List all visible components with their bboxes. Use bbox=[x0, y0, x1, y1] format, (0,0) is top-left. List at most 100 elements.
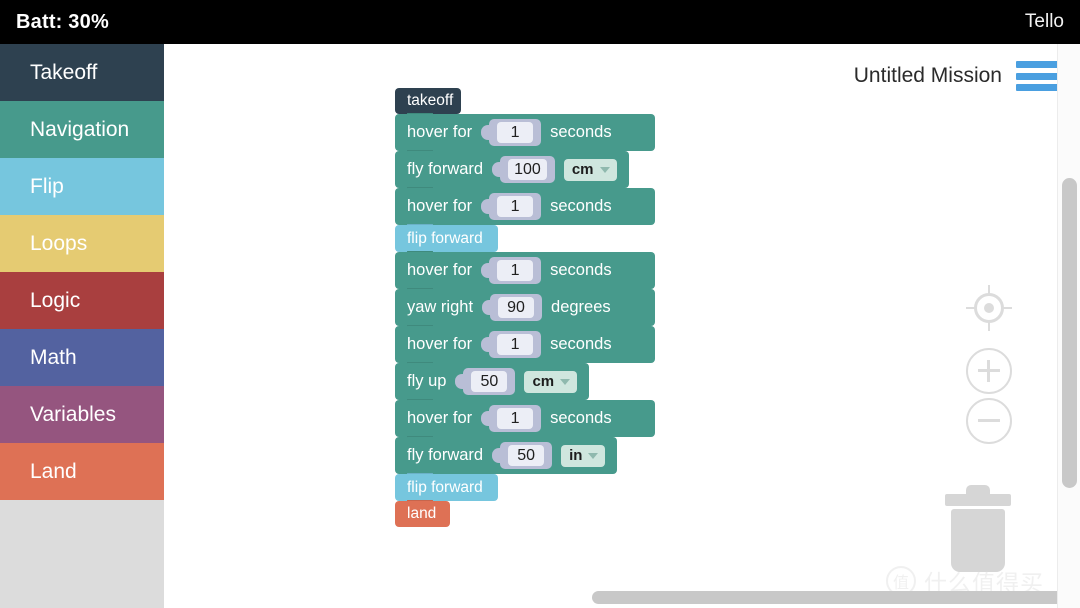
block-value-input[interactable]: 90 bbox=[498, 297, 535, 318]
block-suffix-label: seconds bbox=[550, 335, 612, 353]
chevron-down-icon bbox=[599, 166, 610, 173]
block-value-slot[interactable]: 100 bbox=[492, 156, 555, 183]
target-tick-west bbox=[966, 307, 976, 309]
block-unit-dropdown[interactable]: cm bbox=[563, 158, 617, 181]
sidebar-item-flip[interactable]: Flip bbox=[0, 158, 164, 215]
block-hover-for[interactable]: hover for 1 seconds bbox=[395, 325, 655, 363]
block-label: takeoff bbox=[407, 92, 454, 109]
block-value-slot[interactable]: 1 bbox=[481, 405, 542, 432]
block-label: fly up bbox=[407, 372, 447, 390]
zoom-in-button[interactable] bbox=[966, 348, 1012, 394]
sidebar-item-label: Flip bbox=[30, 174, 64, 198]
block-label: hover for bbox=[407, 409, 473, 427]
trash-can-icon[interactable] bbox=[945, 481, 1011, 576]
sidebar-item-math[interactable]: Math bbox=[0, 329, 164, 386]
sidebar-item-label: Variables bbox=[30, 402, 116, 426]
block-hover-for[interactable]: hover for 1 seconds bbox=[395, 251, 655, 289]
block-label: hover for bbox=[407, 123, 473, 141]
chevron-down-icon bbox=[560, 378, 571, 385]
block-land[interactable]: land bbox=[395, 500, 450, 527]
tello-block-editor-app: Batt: 30% Tello Takeoff Navigation Flip Loo… bbox=[0, 0, 1080, 608]
sidebar-item-label: Math bbox=[30, 345, 77, 369]
vertical-scrollbar-track[interactable] bbox=[1057, 44, 1080, 608]
block-suffix-label: seconds bbox=[550, 123, 612, 141]
block-fly-forward[interactable]: fly forward 100 cm bbox=[395, 150, 629, 188]
block-value-input[interactable]: 1 bbox=[497, 334, 534, 355]
block-yaw-right[interactable]: yaw right 90 degrees bbox=[395, 288, 655, 326]
plus-icon-vertical bbox=[987, 360, 990, 382]
block-suffix-label: seconds bbox=[550, 409, 612, 427]
target-tick-south bbox=[988, 321, 990, 331]
sidebar-item-label: Land bbox=[30, 459, 77, 483]
status-bar: Batt: 30% Tello bbox=[0, 0, 1080, 44]
block-unit-label: cm bbox=[571, 161, 594, 178]
block-value-slot[interactable]: 50 bbox=[455, 368, 516, 395]
block-value-slot[interactable]: 50 bbox=[492, 442, 553, 469]
zoom-out-button[interactable] bbox=[966, 398, 1012, 444]
sidebar-item-label: Loops bbox=[30, 231, 88, 255]
block-fly-forward[interactable]: fly forward 50 in bbox=[395, 436, 618, 474]
block-value-slot[interactable]: 1 bbox=[481, 193, 542, 220]
block-value-input[interactable]: 50 bbox=[471, 371, 508, 392]
block-unit-dropdown[interactable]: in bbox=[561, 444, 606, 467]
sidebar-item-navigation[interactable]: Navigation bbox=[0, 101, 164, 158]
block-label: yaw right bbox=[407, 298, 474, 316]
block-label: hover for bbox=[407, 335, 473, 353]
mission-header: Untitled Mission bbox=[854, 61, 1060, 91]
block-value-slot[interactable]: 1 bbox=[481, 331, 542, 358]
block-value-slot[interactable]: 90 bbox=[482, 294, 543, 321]
block-workspace[interactable]: Untitled Mission takeoff hover for 1 second… bbox=[164, 44, 1080, 608]
block-value-slot[interactable]: 1 bbox=[481, 119, 542, 146]
block-hover-for[interactable]: hover for 1 seconds bbox=[395, 113, 655, 151]
battery-status-label: Batt: 30% bbox=[16, 11, 109, 33]
menu-bar-2 bbox=[1016, 72, 1060, 80]
block-label: fly forward bbox=[407, 446, 484, 464]
sidebar-item-loops[interactable]: Loops bbox=[0, 215, 164, 272]
block-value-input[interactable]: 1 bbox=[497, 196, 534, 217]
menu-bar-3 bbox=[1016, 84, 1060, 91]
mission-title[interactable]: Untitled Mission bbox=[854, 64, 1002, 88]
block-value-input[interactable]: 1 bbox=[497, 260, 534, 281]
chevron-down-icon bbox=[588, 452, 599, 459]
block-value-input[interactable]: 1 bbox=[497, 408, 534, 429]
sidebar-item-label: Takeoff bbox=[30, 60, 98, 84]
block-label: flip forward bbox=[407, 478, 483, 496]
sidebar-item-land[interactable]: Land bbox=[0, 443, 164, 500]
horizontal-scrollbar-thumb[interactable] bbox=[592, 591, 1080, 604]
program-block-stack[interactable]: takeoff hover for 1 seconds fly forward 100 cm… bbox=[395, 88, 655, 527]
block-label: hover for bbox=[407, 197, 473, 215]
block-fly-up[interactable]: fly up 50 cm bbox=[395, 362, 590, 400]
menu-bar-1 bbox=[1016, 61, 1060, 68]
block-unit-label: cm bbox=[532, 373, 555, 390]
sidebar-item-variables[interactable]: Variables bbox=[0, 386, 164, 443]
device-name-label: Tello bbox=[1024, 11, 1064, 32]
block-value-slot[interactable]: 1 bbox=[481, 257, 542, 284]
recenter-target-icon[interactable] bbox=[966, 285, 1012, 331]
sidebar-item-label: Navigation bbox=[30, 117, 130, 141]
block-flip-forward[interactable]: flip forward bbox=[395, 473, 498, 501]
sidebar-item-takeoff[interactable]: Takeoff bbox=[0, 44, 164, 101]
block-value-input[interactable]: 50 bbox=[508, 445, 545, 466]
sidebar-item-label: Logic bbox=[30, 288, 81, 312]
block-unit-label: in bbox=[569, 447, 583, 464]
block-label: hover for bbox=[407, 261, 473, 279]
target-dot bbox=[984, 303, 994, 313]
target-tick-east bbox=[1002, 307, 1012, 309]
block-hover-for[interactable]: hover for 1 seconds bbox=[395, 399, 655, 437]
trash-body bbox=[951, 509, 1005, 572]
block-flip-forward[interactable]: flip forward bbox=[395, 224, 498, 252]
block-label: fly forward bbox=[407, 160, 484, 178]
hamburger-menu-icon[interactable] bbox=[1016, 61, 1060, 91]
block-label: flip forward bbox=[407, 229, 483, 247]
block-suffix-label: seconds bbox=[550, 197, 612, 215]
vertical-scrollbar-thumb[interactable] bbox=[1062, 178, 1077, 488]
sidebar-item-logic[interactable]: Logic bbox=[0, 272, 164, 329]
category-sidebar: Takeoff Navigation Flip Loops Logic Math Varia… bbox=[0, 44, 164, 608]
block-value-input[interactable]: 100 bbox=[508, 159, 547, 180]
block-takeoff[interactable]: takeoff bbox=[395, 88, 461, 114]
block-label: land bbox=[407, 505, 437, 522]
block-unit-dropdown[interactable]: cm bbox=[524, 370, 578, 393]
block-suffix-label: seconds bbox=[550, 261, 612, 279]
block-value-input[interactable]: 1 bbox=[497, 122, 534, 143]
block-hover-for[interactable]: hover for 1 seconds bbox=[395, 187, 655, 225]
